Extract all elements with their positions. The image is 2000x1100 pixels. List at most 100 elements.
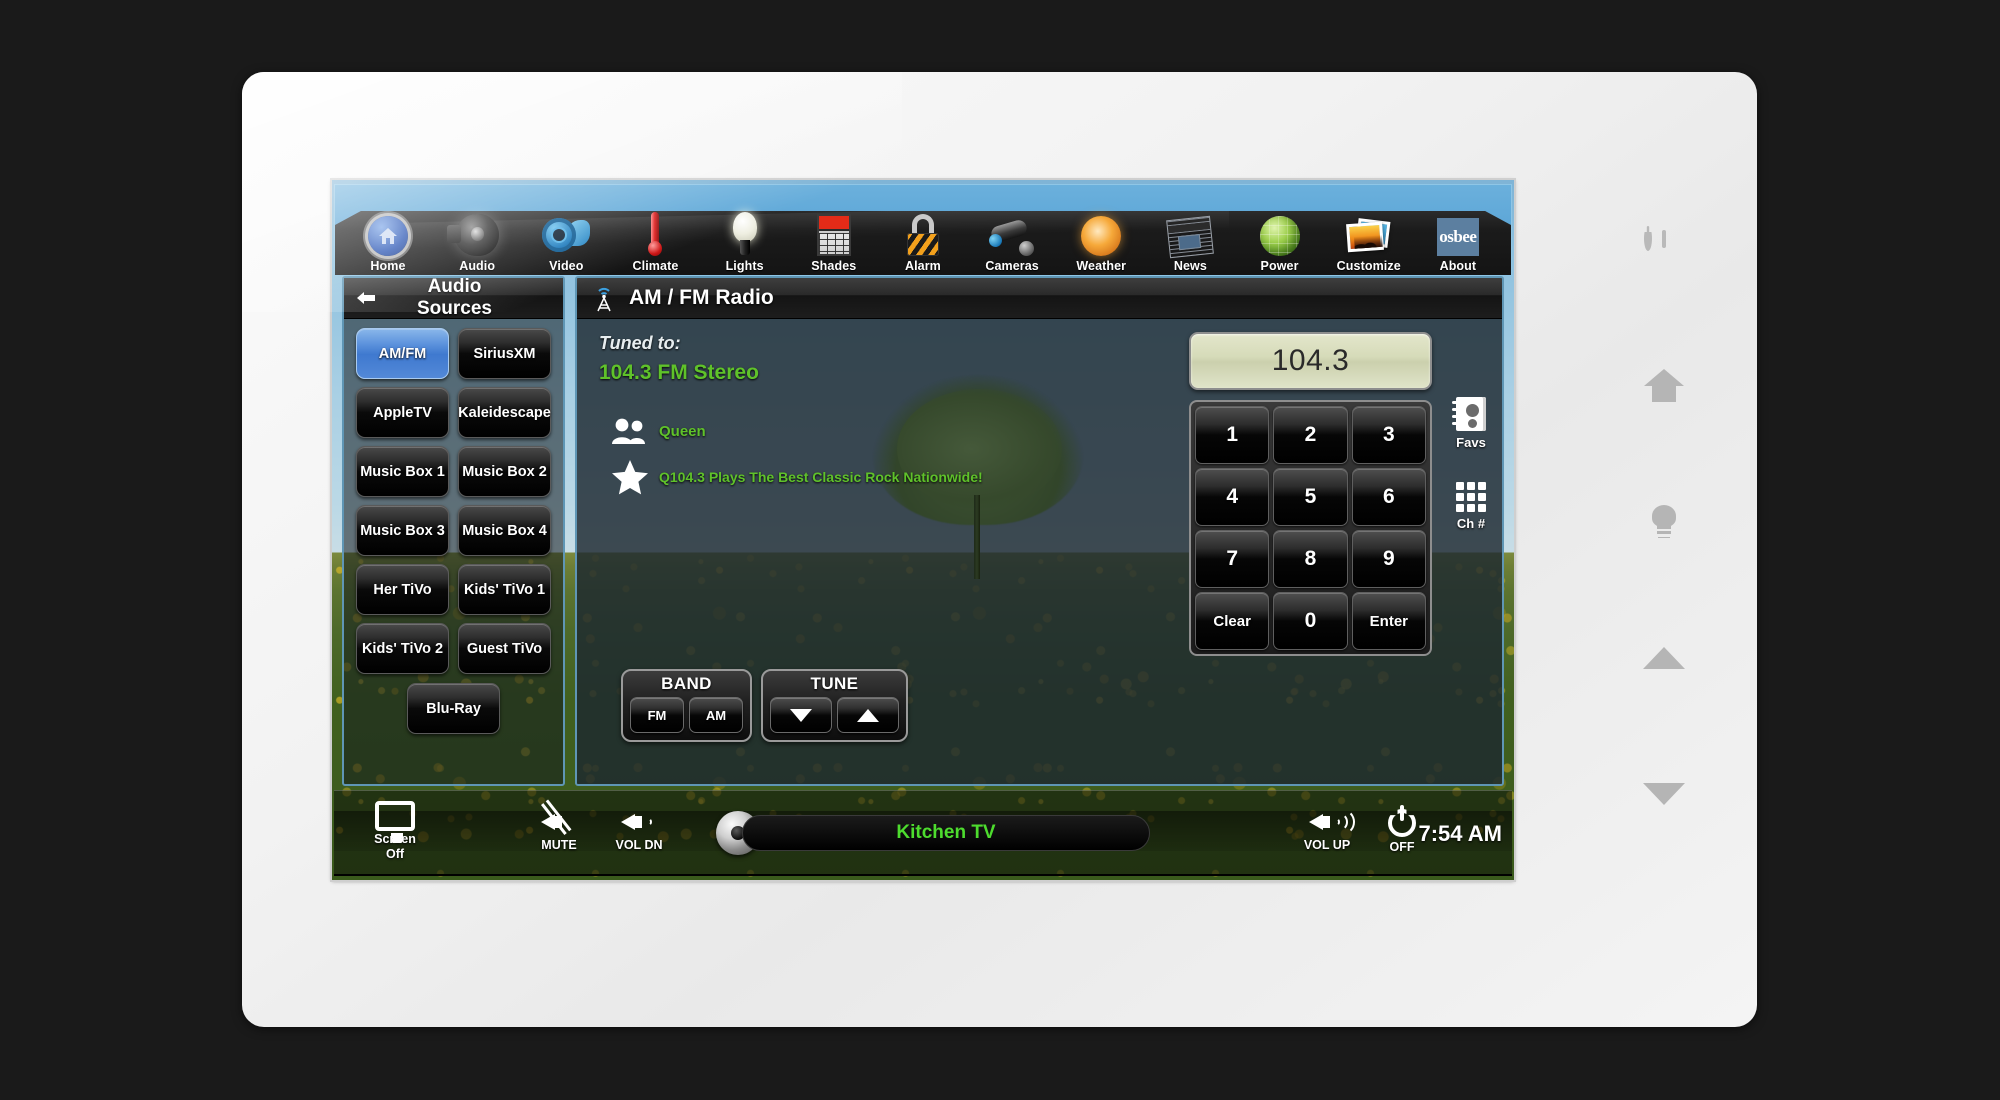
top-navigation-bar: Home Audio Video Climate Lights Shades A… bbox=[334, 184, 1512, 276]
key-5[interactable]: 5 bbox=[1273, 468, 1348, 526]
source-button-kids-tivo-2[interactable]: Kids' TiVo 2 bbox=[356, 623, 449, 674]
star-icon bbox=[601, 459, 659, 495]
channel-number-button[interactable]: Ch # bbox=[1443, 482, 1499, 531]
source-button-music-box-1[interactable]: Music Box 1 bbox=[356, 446, 449, 497]
nav-item-climate[interactable]: Climate bbox=[616, 206, 694, 273]
favs-button[interactable]: Favs bbox=[1443, 397, 1499, 450]
volume-up-label: VOL UP bbox=[1303, 838, 1351, 852]
key-0[interactable]: 0 bbox=[1273, 592, 1348, 650]
keypad-grid-icon bbox=[1456, 482, 1486, 512]
tune-down-button[interactable] bbox=[770, 697, 832, 733]
screen-off-button[interactable]: Screen Off bbox=[356, 801, 434, 861]
back-arrow-glyph bbox=[357, 292, 375, 304]
source-button-blu-ray[interactable]: Blu-Ray bbox=[407, 683, 500, 734]
nav-item-video[interactable]: Video bbox=[527, 206, 605, 273]
band-am-button[interactable]: AM bbox=[689, 697, 743, 733]
volume-up-button[interactable]: VOL UP bbox=[1292, 807, 1362, 852]
nav-item-about[interactable]: osbee About bbox=[1419, 206, 1497, 273]
source-button-her-tivo[interactable]: Her TiVo bbox=[356, 564, 449, 615]
nav-item-weather[interactable]: Weather bbox=[1062, 206, 1140, 273]
key-clear[interactable]: Clear bbox=[1195, 592, 1270, 650]
hw-up-button[interactable] bbox=[1629, 590, 1699, 726]
source-button-appletv[interactable]: AppleTV bbox=[356, 387, 449, 438]
nav-item-audio[interactable]: Audio bbox=[438, 206, 516, 273]
touch-screen: Home Audio Video Climate Lights Shades A… bbox=[332, 180, 1514, 880]
source-button-amfm[interactable]: AM/FM bbox=[356, 328, 449, 379]
radio-tower-icon bbox=[587, 284, 621, 312]
nav-item-cameras[interactable]: Cameras bbox=[973, 206, 1051, 273]
zone-name: Kitchen TV bbox=[896, 822, 996, 843]
nav-label: Audio bbox=[459, 259, 496, 273]
key-2[interactable]: 2 bbox=[1273, 406, 1348, 464]
back-arrow-icon[interactable] bbox=[344, 290, 388, 306]
key-8[interactable]: 8 bbox=[1273, 530, 1348, 588]
band-fm-button[interactable]: FM bbox=[630, 697, 684, 733]
hardware-button-rail bbox=[1629, 182, 1699, 862]
key-1[interactable]: 1 bbox=[1195, 406, 1270, 464]
nav-item-shades[interactable]: Shades bbox=[795, 206, 873, 273]
osbee-logo-text: osbee bbox=[1436, 218, 1479, 256]
keypad-keys: 1 2 3 4 5 6 7 8 9 Clear 0 Enter bbox=[1189, 400, 1432, 656]
nav-item-alarm[interactable]: Alarm bbox=[884, 206, 962, 273]
source-button-music-box-3[interactable]: Music Box 3 bbox=[356, 505, 449, 556]
nav-items: Home Audio Video Climate Lights Shades A… bbox=[335, 185, 1511, 277]
source-button-guest-tivo[interactable]: Guest TiVo bbox=[458, 623, 551, 674]
nav-item-news[interactable]: News bbox=[1151, 206, 1229, 273]
photos-icon bbox=[1330, 206, 1408, 256]
speaker-low-icon bbox=[619, 807, 659, 837]
band-group: BAND FM AM bbox=[621, 669, 752, 742]
source-button-music-box-4[interactable]: Music Box 4 bbox=[458, 505, 551, 556]
source-button-kaleidescape[interactable]: Kaleidescape bbox=[458, 387, 551, 438]
side-rail: Favs Ch # bbox=[1443, 397, 1499, 563]
film-reel-icon bbox=[527, 206, 605, 256]
key-enter[interactable]: Enter bbox=[1351, 592, 1426, 650]
nav-label: Shades bbox=[811, 259, 857, 273]
monitor-icon bbox=[375, 801, 415, 839]
mute-button[interactable]: MUTE bbox=[524, 803, 594, 852]
key-7[interactable]: 7 bbox=[1195, 530, 1270, 588]
radio-body: Tuned to: 104.3 FM Stereo Queen Q104.3 P… bbox=[577, 319, 1502, 784]
hw-power-button[interactable] bbox=[1629, 182, 1699, 318]
home-glyph bbox=[379, 228, 397, 244]
band-tune-controls: BAND FM AM TUNE bbox=[621, 669, 908, 742]
speaker-icon bbox=[438, 206, 516, 256]
key-4[interactable]: 4 bbox=[1195, 468, 1270, 526]
address-book-icon bbox=[1452, 397, 1486, 431]
people-icon bbox=[601, 417, 659, 445]
nav-label: Power bbox=[1260, 259, 1299, 273]
key-3[interactable]: 3 bbox=[1351, 406, 1426, 464]
padlock-icon bbox=[884, 206, 962, 256]
hw-down-button[interactable] bbox=[1629, 726, 1699, 862]
nav-item-lights[interactable]: Lights bbox=[706, 206, 784, 273]
current-station: 104.3 FM Stereo bbox=[599, 361, 759, 384]
nav-label: Cameras bbox=[985, 259, 1039, 273]
triangle-up-icon bbox=[857, 708, 879, 722]
thermometer-icon bbox=[616, 206, 694, 256]
source-button-siriusxm[interactable]: SiriusXM bbox=[458, 328, 551, 379]
key-6[interactable]: 6 bbox=[1351, 468, 1426, 526]
tune-up-button[interactable] bbox=[837, 697, 899, 733]
hw-home-button[interactable] bbox=[1629, 318, 1699, 454]
security-camera-icon bbox=[973, 206, 1051, 256]
sidebar-title: Audio Sources bbox=[417, 276, 492, 319]
station-slogan: Q104.3 Plays The Best Classic Rock Natio… bbox=[659, 469, 983, 485]
tuned-to-label: Tuned to: bbox=[599, 333, 681, 353]
tune-group: TUNE bbox=[761, 669, 908, 742]
key-9[interactable]: 9 bbox=[1351, 530, 1426, 588]
star-glyph bbox=[612, 460, 648, 495]
tune-title: TUNE bbox=[810, 674, 859, 693]
mute-label: MUTE bbox=[541, 838, 577, 852]
nav-label: Climate bbox=[632, 259, 679, 273]
screen-off-label-line2: Off bbox=[385, 847, 405, 862]
nav-item-customize[interactable]: Customize bbox=[1330, 206, 1408, 273]
nav-item-power[interactable]: Power bbox=[1241, 206, 1319, 273]
nav-item-home[interactable]: Home bbox=[349, 206, 427, 273]
volume-down-button[interactable]: VOL DN bbox=[604, 807, 674, 852]
zone-ticker[interactable]: Kitchen TV bbox=[742, 815, 1150, 851]
source-button-grid: AM/FM SiriusXM AppleTV Kaleidescape Musi… bbox=[344, 319, 563, 743]
source-button-kids-tivo-1[interactable]: Kids' TiVo 1 bbox=[458, 564, 551, 615]
band-title: BAND bbox=[661, 674, 712, 693]
source-button-music-box-2[interactable]: Music Box 2 bbox=[458, 446, 551, 497]
hw-lights-button[interactable] bbox=[1629, 454, 1699, 590]
radio-header: AM / FM Radio bbox=[577, 278, 1502, 319]
